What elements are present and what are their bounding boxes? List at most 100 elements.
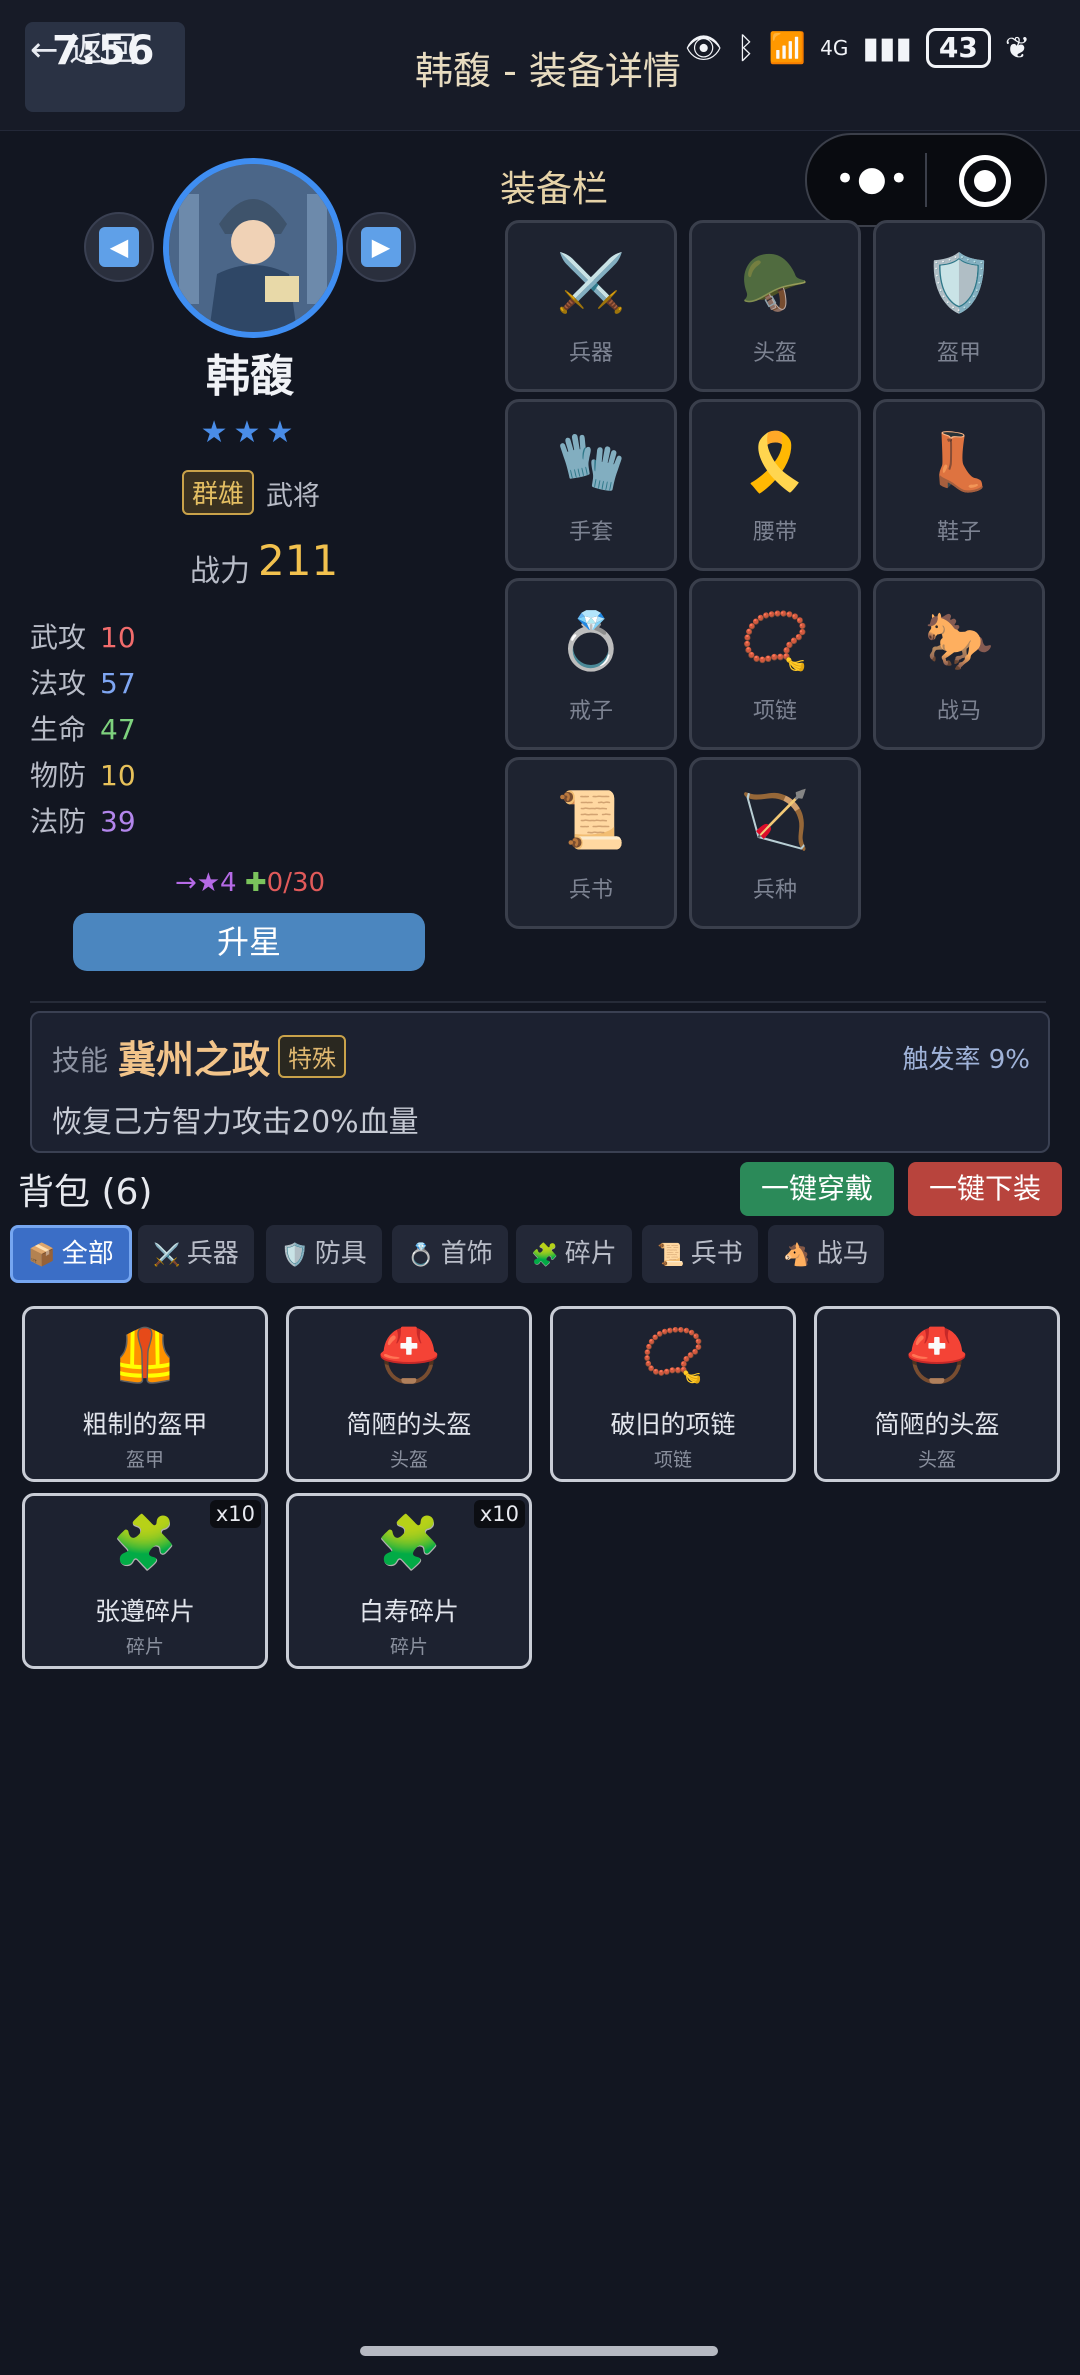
hero-portrait-icon	[169, 164, 337, 332]
tab-weapons[interactable]: ⚔️ 兵器	[138, 1225, 254, 1283]
page-title: 韩馥 - 装备详情	[415, 49, 681, 93]
equip-slot-troop[interactable]: 🏹 兵种	[689, 757, 861, 929]
scroll-icon: 📜	[657, 1243, 685, 1268]
item-name: 破旧的项链	[610, 1410, 736, 1439]
wifi-icon: 📶	[768, 30, 807, 66]
skill-trigger-rate: 触发率 9%	[902, 1045, 1030, 1075]
stat-label: 物防	[30, 759, 87, 792]
stat-row: 武攻 10	[30, 616, 136, 656]
helmet-icon: 🪖	[740, 251, 810, 316]
power-value: 211	[258, 536, 339, 585]
item-type: 头盔	[389, 1449, 428, 1471]
equip-slot-ring[interactable]: 💍 戒子	[505, 578, 677, 750]
next-hero-button[interactable]: ▶	[346, 212, 416, 282]
slot-label: 战马	[936, 699, 981, 724]
tab-label: 防具	[314, 1239, 367, 1269]
close-program-icon[interactable]	[959, 155, 1011, 207]
equip-slot-belt[interactable]: 🎗️ 腰带	[689, 399, 861, 571]
equip-all-button[interactable]: 一键穿戴	[740, 1162, 894, 1216]
stat-value: 39	[100, 805, 136, 838]
tab-all[interactable]: 📦 全部	[10, 1225, 132, 1283]
fragment-icon: ✚	[244, 868, 267, 898]
item-type: 碎片	[125, 1636, 164, 1658]
home-indicator[interactable]	[360, 2346, 718, 2356]
ring-icon: 💍	[407, 1243, 435, 1268]
item-type: 碎片	[389, 1636, 428, 1658]
item-type: 头盔	[917, 1449, 956, 1471]
skill-name: 冀州之政	[118, 1038, 271, 1082]
slot-label: 兵书	[568, 878, 613, 903]
item-type: 项链	[653, 1449, 692, 1471]
tab-armor[interactable]: 🛡️ 防具	[266, 1225, 382, 1283]
tab-horses[interactable]: 🐴 战马	[768, 1225, 884, 1283]
swords-icon: ⚔️	[556, 251, 626, 316]
equip-slot-necklace[interactable]: 📿 项链	[689, 578, 861, 750]
stat-label: 法攻	[30, 667, 87, 700]
mini-program-capsule: •●•	[805, 133, 1047, 227]
slot-label: 盔甲	[936, 341, 981, 366]
backpack-item[interactable]: 📿 破旧的项链 项链	[550, 1306, 796, 1482]
horse-icon: 🐎	[924, 609, 994, 674]
tab-label: 兵书	[690, 1239, 743, 1269]
tab-jewelry[interactable]: 💍 首饰	[392, 1225, 508, 1283]
item-count: x10	[473, 1500, 525, 1528]
hero-role: 武将	[266, 481, 320, 512]
upgrade-star-button[interactable]: 升星	[73, 913, 425, 971]
scroll-icon: 📜	[556, 788, 626, 853]
helmet-icon: ⛑️	[376, 1326, 442, 1386]
backpack-item[interactable]: 🧩 白寿碎片 碎片 x10	[286, 1493, 532, 1669]
upgrade-target: →★4	[174, 868, 237, 898]
gloves-icon: 🧤	[556, 430, 626, 495]
upgrade-progress: 0/30	[266, 868, 326, 898]
stat-value: 10	[100, 621, 136, 654]
beads-icon: 📿	[740, 609, 810, 674]
tab-books[interactable]: 📜 兵书	[642, 1225, 758, 1283]
equip-slot-horse[interactable]: 🐎 战马	[873, 578, 1045, 750]
status-icons: 👁 ᛒ 📶 4G ▮▮▮ 43 ❦	[685, 28, 1030, 68]
network-label: 4G	[820, 36, 849, 60]
tab-fragments[interactable]: 🧩 碎片	[516, 1225, 632, 1283]
arrow-left-icon: ◀	[99, 227, 139, 267]
capsule-divider	[925, 153, 927, 207]
ring-icon: 💍	[556, 609, 626, 674]
slot-label: 兵种	[752, 878, 797, 903]
swords-icon: ⚔️	[153, 1243, 181, 1268]
backpack-item[interactable]: 🦺 粗制的盔甲 盔甲	[22, 1306, 268, 1482]
arrow-right-icon: ▶	[361, 227, 401, 267]
equip-slot-book[interactable]: 📜 兵书	[505, 757, 677, 929]
hero-avatar	[163, 158, 343, 338]
unequip-all-button[interactable]: 一键下装	[908, 1162, 1062, 1216]
item-name: 粗制的盔甲	[82, 1410, 208, 1439]
hero-stars: ★★★	[200, 415, 300, 450]
equip-slot-helmet[interactable]: 🪖 头盔	[689, 220, 861, 392]
stat-value: 57	[100, 667, 136, 700]
horse-icon: 🐴	[783, 1243, 811, 1268]
power-label: 战力	[190, 554, 250, 589]
prev-hero-button[interactable]: ◀	[84, 212, 154, 282]
stat-label: 生命	[30, 713, 87, 746]
backpack-item[interactable]: ⛑️ 简陋的头盔 头盔	[814, 1306, 1060, 1482]
stat-value: 10	[100, 759, 136, 792]
necklace-icon: 📿	[640, 1326, 706, 1386]
stat-row: 生命 47	[30, 708, 136, 748]
equip-slot-gloves[interactable]: 🧤 手套	[505, 399, 677, 571]
item-name: 简陋的头盔	[346, 1410, 472, 1439]
shield-icon: 🛡️	[924, 251, 994, 316]
battery-icon: 43	[925, 28, 991, 68]
slot-label: 手套	[568, 520, 613, 545]
backpack-item[interactable]: 🧩 张遵碎片 碎片 x10	[22, 1493, 268, 1669]
equip-slot-boots[interactable]: 👢 鞋子	[873, 399, 1045, 571]
stat-row: 法防 39	[30, 800, 136, 840]
item-type: 盔甲	[125, 1449, 164, 1471]
upgrade-info: →★4 ✚0/30	[0, 868, 500, 898]
bow-icon: 🏹	[740, 788, 810, 853]
more-menu-icon[interactable]: •●•	[835, 159, 911, 199]
equip-slot-weapon[interactable]: ⚔️ 兵器	[505, 220, 677, 392]
stat-value: 47	[100, 713, 136, 746]
skill-card: 技能 冀州之政 特殊 触发率 9% 恢复己方智力攻击20%血量	[30, 1011, 1050, 1153]
backpack-item[interactable]: ⛑️ 简陋的头盔 头盔	[286, 1306, 532, 1482]
skill-label: 技能	[52, 1044, 109, 1077]
equip-slot-armor[interactable]: 🛡️ 盔甲	[873, 220, 1045, 392]
helmet-icon: ⛑️	[904, 1326, 970, 1386]
ribbon-icon: 🎗️	[740, 430, 810, 495]
